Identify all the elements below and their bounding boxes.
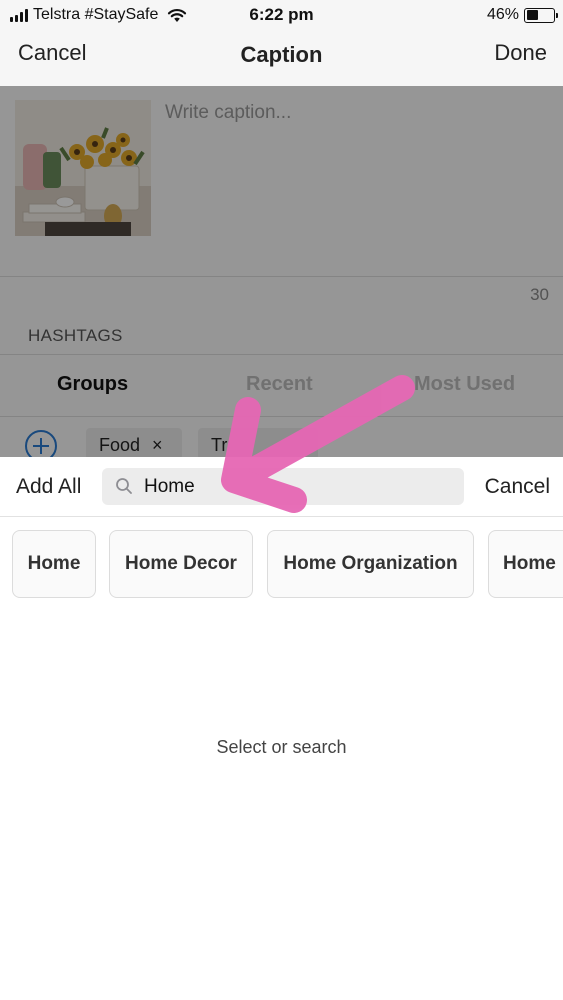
battery-percent: 46%: [486, 6, 519, 23]
result-chip-home[interactable]: Home: [12, 530, 96, 598]
empty-state-message: Select or search: [216, 737, 347, 757]
result-chip-partial[interactable]: Home: [488, 530, 563, 598]
result-chip-home-decor[interactable]: Home Decor: [109, 530, 253, 598]
dim-overlay: [0, 86, 563, 457]
page-title: Caption: [240, 42, 323, 67]
battery-fill: [526, 10, 539, 20]
search-field[interactable]: [102, 468, 464, 505]
battery-icon: [524, 7, 558, 23]
search-icon: [116, 478, 132, 494]
nav-bar: Cancel Caption Done: [0, 30, 563, 86]
search-cancel-button[interactable]: Cancel: [485, 475, 550, 499]
status-time: 6:22 pm: [249, 5, 314, 24]
nav-done-button[interactable]: Done: [494, 40, 547, 66]
caption-editor: Write caption... 30 HASHTAGS Groups Rece…: [0, 86, 563, 457]
status-right: 46%: [486, 6, 558, 24]
hashtag-search-bar: Add All Cancel: [0, 457, 563, 517]
status-bar: Telstra #StaySafe 6:22 pm 46%: [0, 0, 563, 30]
result-chip-home-organization[interactable]: Home Organization: [267, 530, 474, 598]
search-input[interactable]: [144, 468, 454, 505]
add-all-button[interactable]: Add All: [16, 475, 81, 499]
